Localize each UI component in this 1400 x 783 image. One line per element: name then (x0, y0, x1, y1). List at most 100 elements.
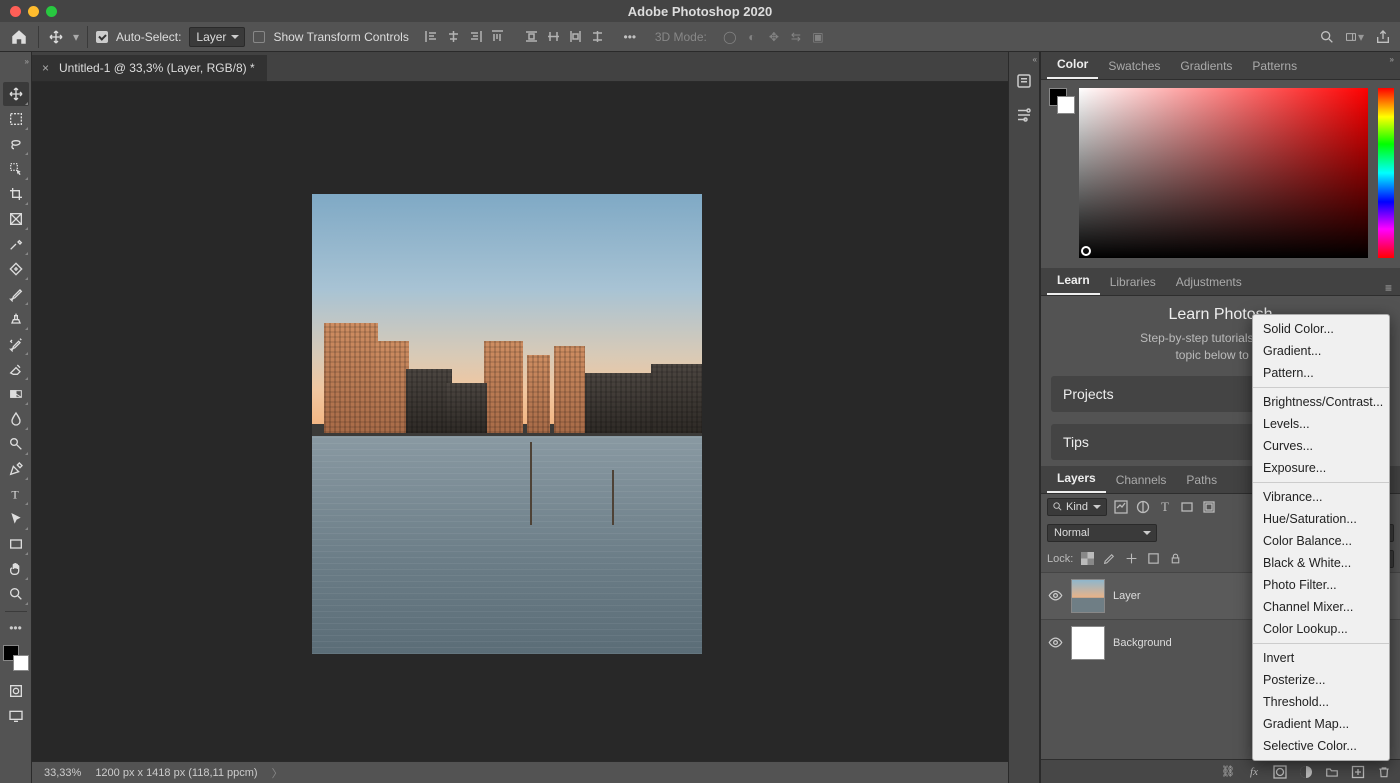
search-icon[interactable] (1318, 28, 1336, 46)
menu-item[interactable]: Solid Color... (1253, 318, 1389, 340)
status-chevron-icon[interactable]: 〉 (272, 765, 283, 781)
close-tab-icon[interactable]: × (42, 61, 49, 75)
menu-item[interactable]: Vibrance... (1253, 486, 1389, 508)
layer-thumbnail[interactable] (1071, 579, 1105, 613)
menu-item[interactable]: Pattern... (1253, 362, 1389, 384)
lock-all-icon[interactable] (1167, 551, 1183, 567)
filter-type-icon[interactable]: T (1157, 499, 1173, 515)
edit-toolbar-icon[interactable]: ••• (3, 616, 29, 640)
filter-pixel-icon[interactable] (1113, 499, 1129, 515)
layer-thumbnail[interactable] (1071, 626, 1105, 660)
document-tab[interactable]: × Untitled-1 @ 33,3% (Layer, RGB/8) * (32, 55, 267, 81)
tab-swatches[interactable]: Swatches (1098, 53, 1170, 79)
collapse-dock-icon[interactable]: « (1033, 55, 1037, 64)
layer-kind-dropdown[interactable]: Kind (1047, 498, 1107, 516)
menu-item[interactable]: Black & White... (1253, 552, 1389, 574)
filter-adjust-icon[interactable] (1135, 499, 1151, 515)
history-brush-tool[interactable] (3, 332, 29, 356)
tab-libraries[interactable]: Libraries (1100, 269, 1166, 295)
quick-mask-icon[interactable] (3, 679, 29, 703)
more-options-icon[interactable]: ••• (621, 28, 639, 46)
distribute-v3-icon[interactable] (567, 28, 585, 46)
home-button[interactable] (8, 26, 30, 48)
gradient-tool[interactable] (3, 382, 29, 406)
new-group-icon[interactable] (1324, 764, 1340, 780)
menu-item[interactable]: Channel Mixer... (1253, 596, 1389, 618)
auto-select-checkbox[interactable] (96, 31, 108, 43)
workspace-icon[interactable]: ▾ (1346, 28, 1364, 46)
menu-item[interactable]: Gradient Map... (1253, 713, 1389, 735)
dodge-tool[interactable] (3, 432, 29, 456)
align-right-icon[interactable] (467, 28, 485, 46)
tab-color[interactable]: Color (1047, 51, 1098, 79)
distribute-v2-icon[interactable] (545, 28, 563, 46)
distribute-v4-icon[interactable] (589, 28, 607, 46)
blur-tool[interactable] (3, 407, 29, 431)
rect-marquee-tool[interactable] (3, 107, 29, 131)
menu-item[interactable]: Levels... (1253, 413, 1389, 435)
hand-tool[interactable] (3, 557, 29, 581)
lock-position-icon[interactable] (1123, 551, 1139, 567)
pen-tool[interactable] (3, 457, 29, 481)
menu-item[interactable]: Brightness/Contrast... (1253, 391, 1389, 413)
eraser-tool[interactable] (3, 357, 29, 381)
menu-item[interactable]: Curves... (1253, 435, 1389, 457)
visibility-toggle-icon[interactable] (1047, 588, 1063, 604)
new-adjustment-icon[interactable] (1298, 764, 1314, 780)
document-canvas[interactable] (312, 194, 702, 654)
canvas-area[interactable] (32, 82, 1040, 761)
layer-name[interactable]: Background (1113, 637, 1172, 649)
lock-transparency-icon[interactable] (1079, 551, 1095, 567)
tab-paths[interactable]: Paths (1176, 467, 1227, 493)
layer-name[interactable]: Layer (1113, 590, 1141, 602)
type-tool[interactable]: T (3, 482, 29, 506)
align-top-icon[interactable] (489, 28, 507, 46)
menu-item[interactable]: Selective Color... (1253, 735, 1389, 757)
window-close-button[interactable] (10, 6, 21, 17)
tab-channels[interactable]: Channels (1106, 467, 1177, 493)
window-minimize-button[interactable] (28, 6, 39, 17)
lasso-tool[interactable] (3, 132, 29, 156)
menu-item[interactable]: Invert (1253, 647, 1389, 669)
screen-mode-icon[interactable] (3, 704, 29, 728)
tab-gradients[interactable]: Gradients (1170, 53, 1242, 79)
panel-menu-icon[interactable]: ≡ (1385, 281, 1392, 295)
align-hcenter-icon[interactable] (445, 28, 463, 46)
align-left-icon[interactable] (423, 28, 441, 46)
show-transform-checkbox[interactable] (253, 31, 265, 43)
brush-tool[interactable] (3, 282, 29, 306)
menu-item[interactable]: Threshold... (1253, 691, 1389, 713)
blend-mode-dropdown[interactable]: Normal (1047, 524, 1157, 542)
eyedropper-tool[interactable] (3, 232, 29, 256)
history-panel-icon[interactable] (1013, 70, 1035, 92)
color-field[interactable] (1079, 88, 1368, 258)
menu-item[interactable]: Hue/Saturation... (1253, 508, 1389, 530)
filter-shape-icon[interactable] (1179, 499, 1195, 515)
layer-fx-icon[interactable]: fx (1246, 764, 1262, 780)
new-layer-icon[interactable] (1350, 764, 1366, 780)
move-tool[interactable] (3, 82, 29, 106)
menu-item[interactable]: Photo Filter... (1253, 574, 1389, 596)
fgbg-swatch[interactable] (3, 645, 29, 671)
menu-item[interactable]: Gradient... (1253, 340, 1389, 362)
tab-layers[interactable]: Layers (1047, 465, 1106, 493)
properties-panel-icon[interactable] (1013, 104, 1035, 126)
fgbg-mini-swatch[interactable] (1049, 88, 1075, 258)
tab-adjustments[interactable]: Adjustments (1166, 269, 1252, 295)
link-layers-icon[interactable]: ⛓ (1220, 764, 1236, 780)
collapse-tools-icon[interactable]: » (25, 57, 29, 66)
menu-item[interactable]: Exposure... (1253, 457, 1389, 479)
spot-heal-tool[interactable] (3, 257, 29, 281)
auto-select-dropdown[interactable]: Layer (189, 27, 245, 47)
visibility-toggle-icon[interactable] (1047, 635, 1063, 651)
collapse-panels-icon[interactable]: » (1390, 55, 1394, 64)
crop-tool[interactable] (3, 182, 29, 206)
lock-artboard-icon[interactable] (1145, 551, 1161, 567)
menu-item[interactable]: Posterize... (1253, 669, 1389, 691)
menu-item[interactable]: Color Lookup... (1253, 618, 1389, 640)
layer-mask-icon[interactable] (1272, 764, 1288, 780)
delete-layer-icon[interactable] (1376, 764, 1392, 780)
status-zoom[interactable]: 33,33% (44, 767, 81, 779)
clone-stamp-tool[interactable] (3, 307, 29, 331)
share-icon[interactable] (1374, 28, 1392, 46)
